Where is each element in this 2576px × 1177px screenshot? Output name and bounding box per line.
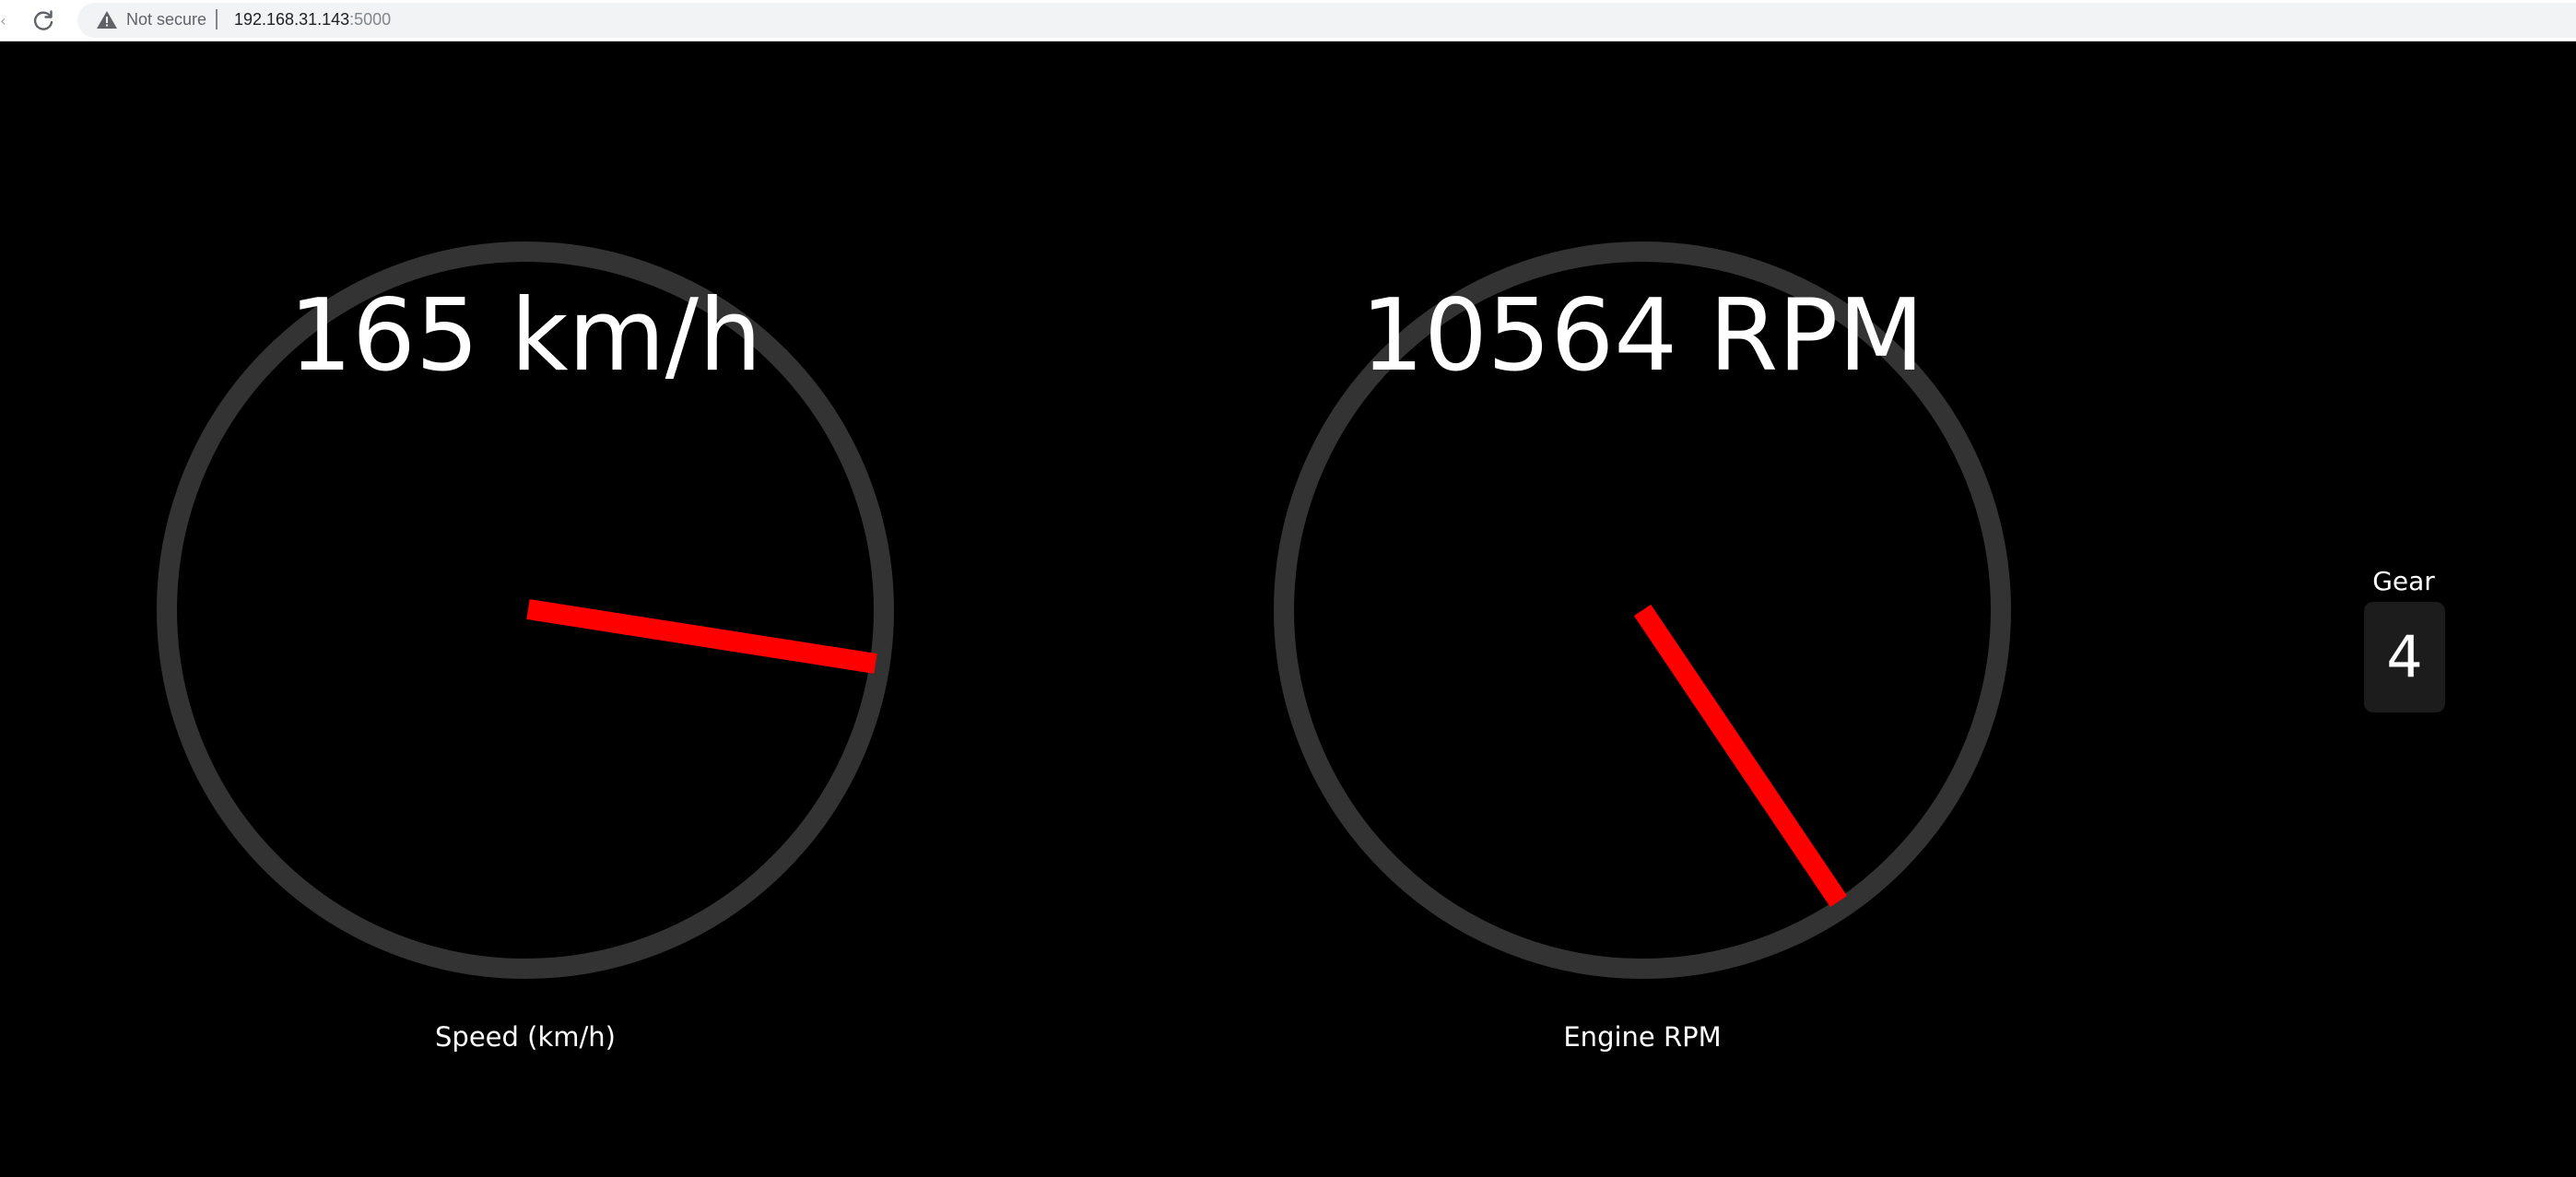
security-status-label[interactable]: Not secure	[126, 8, 206, 30]
speed-label: Speed (km/h)	[435, 1021, 616, 1053]
address-bar[interactable]	[77, 3, 2576, 38]
url-text[interactable]: 192.168.31.143:5000	[234, 8, 391, 30]
gear-title: Gear	[2372, 566, 2435, 596]
rpm-label: Engine RPM	[1563, 1021, 1722, 1053]
back-arrow-icon[interactable]: ‹	[0, 13, 7, 29]
speed-needle	[526, 599, 877, 674]
rpm-needle	[1633, 604, 1848, 908]
address-separator	[216, 9, 218, 29]
speed-readout: 165 km/h	[288, 278, 762, 394]
warning-icon[interactable]	[96, 9, 118, 31]
url-port: :5000	[349, 10, 392, 29]
reload-icon[interactable]	[28, 6, 61, 37]
url-host: 192.168.31.143	[234, 10, 350, 29]
gauges-canvas	[157, 241, 2011, 979]
gear-indicator: 4	[2364, 602, 2445, 712]
browser-toolbar: ‹ Not secure 192.168.31.143:5000	[0, 0, 2576, 41]
dashboard: 165 km/h 10564 RPM Speed (km/h) Engine R…	[0, 41, 2576, 1177]
rpm-readout: 10564 RPM	[1360, 278, 1924, 394]
